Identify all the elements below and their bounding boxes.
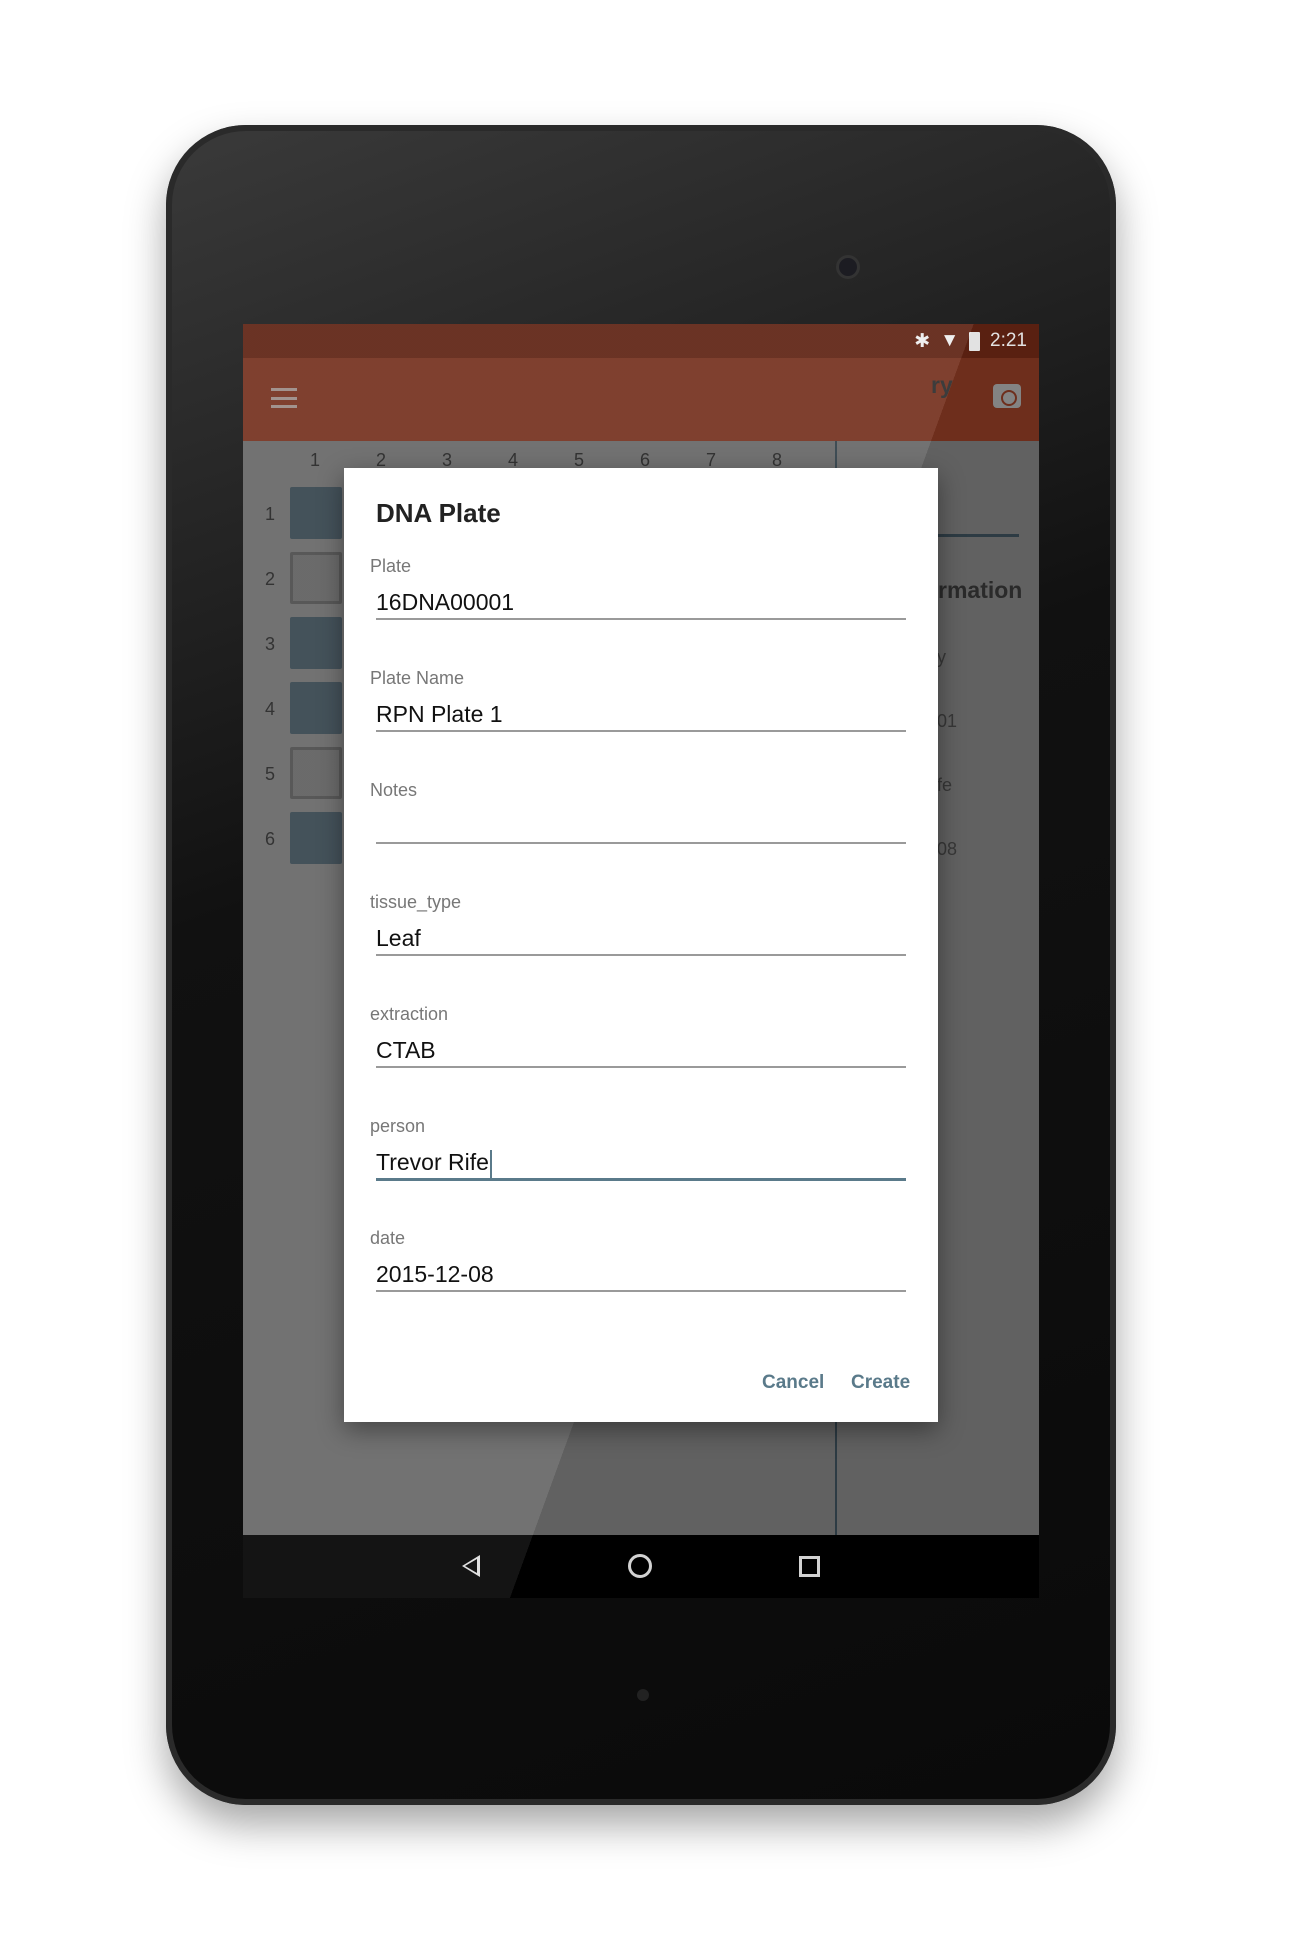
cancel-button[interactable]: Cancel	[762, 1372, 824, 1394]
field-underline	[376, 1290, 906, 1292]
clock: 2:21	[990, 330, 1027, 351]
row-number: 6	[264, 829, 275, 849]
dialog-title: DNA Plate	[376, 498, 501, 528]
row-number: 1	[264, 504, 275, 524]
row-number: 4	[264, 699, 275, 719]
back-icon[interactable]	[462, 1555, 480, 1577]
right-panel-title: ry	[931, 372, 953, 398]
plate-well[interactable]	[290, 487, 342, 539]
app-toolbar	[243, 358, 1039, 441]
field-value: CTAB	[376, 1037, 436, 1063]
field-label: person	[370, 1116, 426, 1136]
field-value: 16DNA00001	[376, 589, 515, 615]
column-number: 1	[309, 450, 320, 470]
right-panel-text: 08	[937, 839, 958, 859]
create-button[interactable]: Create	[851, 1372, 910, 1394]
wifi-icon: ▼	[940, 330, 960, 351]
field-label: Notes	[370, 780, 418, 800]
menu-icon[interactable]	[271, 388, 297, 408]
field-underline	[376, 1178, 906, 1181]
plate-well[interactable]	[290, 812, 342, 864]
field-label: Plate Name	[370, 668, 465, 688]
plate-well[interactable]	[290, 617, 342, 669]
field-underline	[376, 618, 906, 620]
right-panel-text: fe	[937, 775, 953, 795]
field-plate-name[interactable]: Plate Name RPN Plate 1	[370, 668, 906, 780]
field-label: Plate	[370, 556, 412, 576]
row-number: 5	[264, 764, 275, 784]
bluetooth-icon: ✱	[914, 330, 931, 352]
right-panel-text: y	[937, 647, 946, 667]
field-extraction[interactable]: extraction CTAB	[370, 1004, 906, 1116]
right-panel-text: 01	[937, 711, 958, 731]
field-underline	[376, 730, 906, 732]
text-cursor	[489, 1149, 492, 1178]
field-underline	[376, 842, 906, 844]
field-input[interactable]: 16DNA00001	[376, 589, 514, 617]
field-label: date	[370, 1228, 406, 1248]
status-bar: ✱ ▼ 2:21	[243, 324, 1039, 358]
field-person[interactable]: person Trevor Rife	[370, 1116, 906, 1228]
recent-apps-icon[interactable]	[799, 1556, 820, 1577]
tab-indicator	[937, 534, 1019, 537]
field-input[interactable]: Trevor Rife	[376, 1149, 492, 1178]
field-underline	[376, 1066, 906, 1068]
field-tissue-type[interactable]: tissue_type Leaf	[370, 892, 906, 1004]
field-label: tissue_type	[370, 892, 462, 912]
field-plate[interactable]: Plate 16DNA00001	[370, 556, 906, 668]
field-value: 2015-12-08	[376, 1261, 494, 1287]
field-input[interactable]: CTAB	[376, 1037, 436, 1065]
home-icon[interactable]	[628, 1554, 652, 1578]
field-input[interactable]: RPN Plate 1	[376, 701, 503, 729]
field-input[interactable]: Leaf	[376, 925, 421, 953]
field-value: Leaf	[376, 925, 421, 951]
field-label: extraction	[370, 1004, 449, 1024]
plate-well[interactable]	[290, 552, 342, 604]
field-underline	[376, 954, 906, 956]
field-value: Trevor Rife	[376, 1149, 489, 1175]
notification-led	[637, 1689, 649, 1701]
front-camera	[836, 255, 860, 279]
field-value: RPN Plate 1	[376, 701, 503, 727]
right-panel-heading: rmation	[938, 577, 1023, 603]
field-date[interactable]: date 2015-12-08	[370, 1228, 906, 1340]
dna-plate-dialog: DNA Plate Plate 16DNA00001 Plate Name RPN P…	[344, 468, 938, 1422]
plate-well[interactable]	[290, 747, 342, 799]
row-number: 2	[264, 569, 275, 589]
field-notes[interactable]: Notes	[370, 780, 906, 892]
field-input[interactable]: 2015-12-08	[376, 1261, 494, 1289]
camera-icon[interactable]	[993, 384, 1021, 408]
navigation-bar	[243, 1535, 1039, 1598]
battery-icon	[969, 331, 981, 351]
plate-well[interactable]	[290, 682, 342, 734]
row-number: 3	[264, 634, 275, 654]
